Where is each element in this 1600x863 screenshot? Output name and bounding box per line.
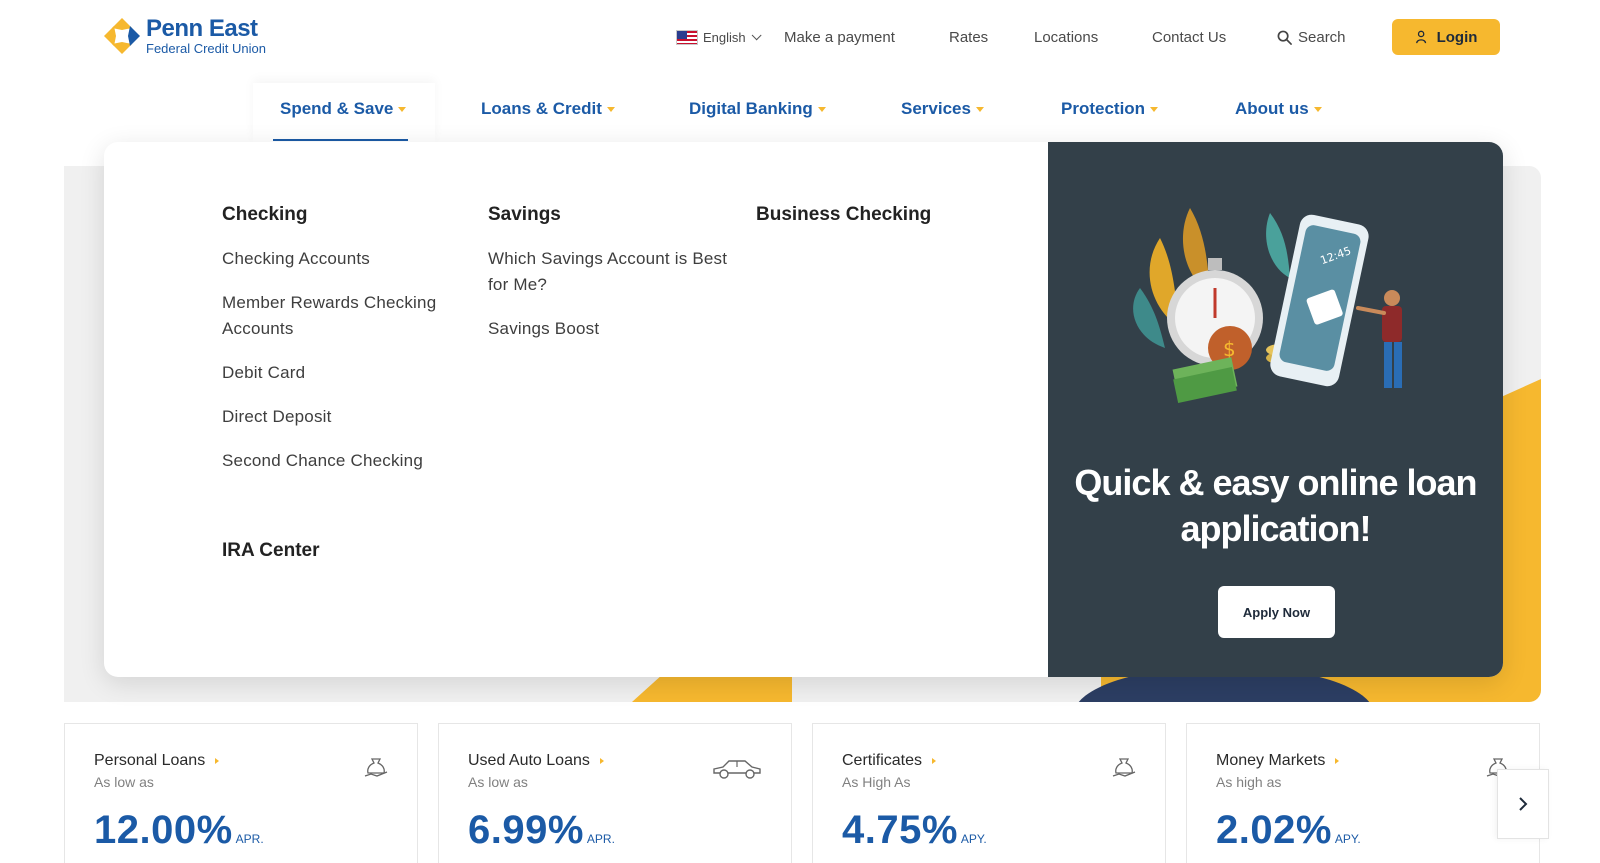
nav-label: Digital Banking	[689, 99, 813, 118]
caret-down-icon	[975, 106, 984, 112]
menu-column-savings: Savings Which Savings Account is Best fo…	[488, 204, 728, 360]
rates-link[interactable]: Rates	[949, 26, 988, 48]
nav-active-underline	[273, 139, 408, 141]
logo[interactable]: Penn East Federal Credit Union	[102, 16, 266, 56]
carousel-next-button[interactable]	[1497, 769, 1549, 839]
card-rate: 6.99%	[468, 808, 584, 852]
card-subtitle: As low as	[94, 774, 154, 790]
card-rate: 12.00%	[94, 808, 233, 852]
card-rate: 2.02%	[1216, 808, 1332, 852]
nav-loans-credit[interactable]: Loans & Credit	[481, 96, 615, 122]
card-subtitle: As high as	[1216, 774, 1282, 790]
rate-card-money-markets[interactable]: Money Markets As high as 2.02% APY.	[1186, 723, 1540, 863]
promo-title: Quick & easy online loan application!	[1074, 462, 1477, 549]
nav-digital-banking[interactable]: Digital Banking	[689, 96, 826, 122]
car-icon	[713, 760, 761, 779]
logo-mark-icon	[102, 16, 142, 56]
card-subtitle: As High As	[842, 774, 911, 790]
card-rate-unit: APR.	[586, 832, 615, 846]
loan-app-illustration: $ 12:45	[1133, 208, 1402, 403]
search-icon	[1277, 30, 1292, 45]
menu-column-checking: Checking Checking Accounts Member Reward…	[222, 204, 462, 492]
caret-down-icon	[817, 106, 826, 112]
money-bag-hand-icon	[1112, 758, 1136, 777]
nav-services[interactable]: Services	[901, 96, 984, 122]
search-button[interactable]: Search	[1277, 26, 1346, 48]
card-rate-unit: APY.	[1334, 832, 1361, 846]
hero-yellow-shape	[632, 676, 792, 702]
card-subtitle: As low as	[468, 774, 528, 790]
menu-link[interactable]: Debit Card	[222, 360, 462, 386]
language-selector[interactable]: English	[676, 26, 762, 48]
search-label: Search	[1298, 28, 1346, 46]
menu-link[interactable]: Checking Accounts	[222, 246, 462, 272]
rate-card-certificates[interactable]: Certificates As High As 4.75% APY.	[812, 723, 1166, 863]
menu-link[interactable]: Direct Deposit	[222, 404, 462, 430]
nav-label: Protection	[1061, 99, 1146, 118]
login-button[interactable]: Login	[1392, 19, 1500, 55]
nav-label: Loans & Credit	[481, 99, 602, 118]
logo-name: Penn East	[146, 15, 258, 42]
caret-down-icon	[398, 106, 407, 112]
menu-column-business: Business Checking	[756, 204, 996, 246]
login-label: Login	[1436, 28, 1478, 46]
card-rate-unit: APR.	[235, 832, 264, 846]
menu-link[interactable]: Member Rewards Checking Accounts	[222, 290, 462, 342]
nav-label: About us	[1235, 99, 1309, 118]
menu-heading-savings[interactable]: Savings	[488, 204, 728, 226]
menu-heading-business-checking[interactable]: Business Checking	[756, 204, 996, 226]
rate-card-used-auto-loans[interactable]: Used Auto Loans As low as 6.99% APR.	[438, 723, 792, 863]
caret-down-icon	[1150, 106, 1159, 112]
apply-now-button[interactable]: Apply Now	[1218, 586, 1335, 638]
caret-right-icon	[599, 758, 604, 764]
locations-link[interactable]: Locations	[1034, 26, 1098, 48]
nav-protection[interactable]: Protection	[1061, 96, 1159, 122]
card-title[interactable]: Certificates	[842, 752, 922, 770]
nav-spend-save[interactable]: Spend & Save	[280, 96, 407, 122]
mega-menu-dropdown: Checking Checking Accounts Member Reward…	[104, 142, 1503, 677]
card-title[interactable]: Money Markets	[1216, 752, 1325, 770]
menu-link[interactable]: Which Savings Account is Best for Me?	[488, 246, 728, 298]
menu-link[interactable]: Second Chance Checking	[222, 448, 462, 474]
main-nav: Spend & Save Loans & Credit Digital Bank…	[0, 96, 1600, 126]
svg-text:$: $	[1223, 337, 1236, 361]
nav-about-us[interactable]: About us	[1235, 96, 1322, 122]
caret-right-icon	[215, 758, 220, 764]
caret-right-icon	[932, 758, 937, 764]
language-label: English	[703, 29, 746, 45]
make-payment-link[interactable]: Make a payment	[784, 26, 895, 48]
user-icon	[1415, 30, 1426, 44]
us-flag-icon	[676, 29, 698, 45]
nav-label: Services	[901, 99, 971, 118]
card-title[interactable]: Used Auto Loans	[468, 752, 590, 770]
card-title[interactable]: Personal Loans	[94, 752, 205, 770]
caret-down-icon	[606, 106, 615, 112]
chevron-right-icon	[1519, 797, 1528, 811]
caret-right-icon	[1335, 758, 1340, 764]
card-rate-unit: APY.	[960, 832, 987, 846]
contact-us-link[interactable]: Contact Us	[1152, 26, 1226, 48]
card-rate: 4.75%	[842, 808, 958, 852]
money-bag-hand-icon	[364, 758, 388, 777]
chevron-down-icon	[751, 29, 762, 40]
rate-card-personal-loans[interactable]: Personal Loans As low as 12.00% APR.	[64, 723, 418, 863]
caret-down-icon	[1313, 106, 1322, 112]
menu-link[interactable]: Savings Boost	[488, 316, 728, 342]
menu-heading-ira-center[interactable]: IRA Center	[222, 540, 319, 562]
menu-heading-checking[interactable]: Checking	[222, 204, 462, 226]
nav-label: Spend & Save	[280, 99, 394, 118]
promo-panel: $ 12:45 Quick & easy online loan applica…	[1048, 142, 1503, 677]
logo-subtitle: Federal Credit Union	[146, 41, 266, 56]
